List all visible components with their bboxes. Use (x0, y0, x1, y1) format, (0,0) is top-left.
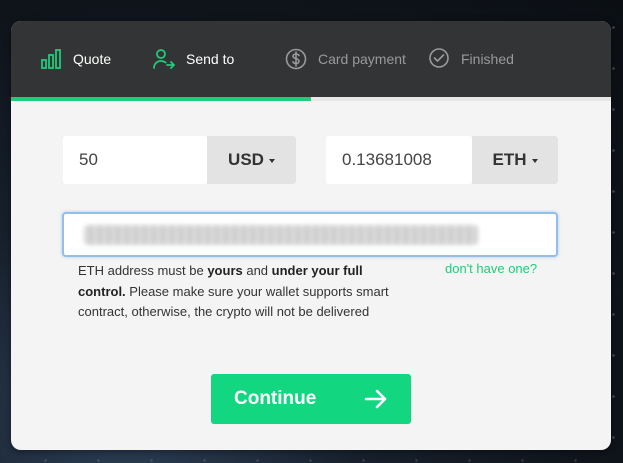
continue-button[interactable]: Continue (211, 374, 411, 424)
caret-down-icon (268, 159, 275, 163)
user-arrow-icon (152, 47, 176, 71)
arrow-right-icon (363, 387, 389, 411)
crypto-amount-input[interactable] (326, 136, 472, 184)
step-header: Quote Send to Card payment Finished (11, 21, 611, 97)
fiat-amount-input[interactable] (63, 136, 207, 184)
step-label: Send to (186, 51, 235, 67)
step-card-payment[interactable]: Card payment (284, 21, 406, 97)
obscured-address-text (84, 225, 478, 245)
fiat-currency-select[interactable]: USD (207, 136, 296, 184)
caret-down-icon (531, 159, 538, 163)
continue-label: Continue (234, 388, 317, 409)
dont-have-wallet-link[interactable]: don't have one? (445, 261, 537, 276)
payment-widget: Quote Send to Card payment Finished 50 U… (11, 21, 611, 450)
step-label: Quote (73, 51, 112, 67)
progress-fill (11, 97, 311, 101)
progress-bar (11, 97, 611, 101)
crypto-currency-select[interactable]: ETH (472, 136, 558, 184)
wallet-address-field[interactable] (62, 212, 558, 257)
fiat-amount-field[interactable] (63, 136, 207, 184)
dollar-circle-icon (284, 47, 308, 71)
check-circle-icon (427, 47, 451, 71)
address-warning-note: ETH address must be yours and under your… (78, 263, 389, 319)
step-send-to[interactable]: Send to (152, 21, 234, 97)
step-label: Card payment (318, 51, 406, 67)
step-label: Finished (461, 51, 514, 67)
crypto-amount-field[interactable] (326, 136, 472, 184)
fiat-currency-label: USD (228, 150, 264, 169)
step-quote[interactable]: Quote (39, 21, 111, 97)
step-finished[interactable]: Finished (427, 21, 514, 97)
crypto-currency-label: ETH (492, 150, 527, 169)
bar-chart-icon (39, 47, 63, 71)
